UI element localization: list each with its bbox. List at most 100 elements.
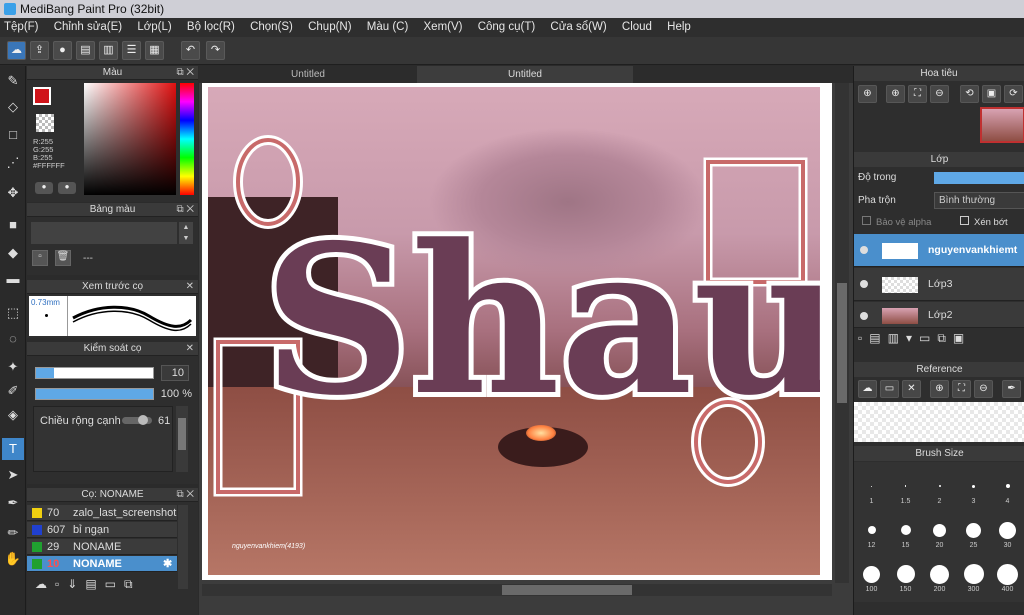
duplicate-layer-icon[interactable]: ⧉ [937, 331, 953, 345]
open-reference-icon[interactable]: ▭ [880, 380, 899, 398]
palette-scroll[interactable]: ▲ ▼ [179, 222, 193, 244]
magic-wand-tool-icon[interactable]: ✦ [2, 356, 24, 378]
reference-fit-icon[interactable]: ⛶ [952, 380, 971, 398]
grid-icon[interactable]: ▦ [145, 41, 164, 60]
document-icon[interactable]: ▥ [99, 41, 118, 60]
new-layer-icon[interactable]: ▫ [858, 331, 869, 345]
pen-tool-icon[interactable]: ✏ [2, 522, 24, 544]
zoom-in-icon[interactable]: ⊕ [858, 85, 877, 103]
layer-opacity-slider[interactable] [934, 172, 1024, 184]
brush-size-option[interactable]: 30 [991, 510, 1024, 550]
select-pen-tool-icon[interactable]: ✐ [2, 380, 24, 402]
cloud-icon[interactable]: ☁ [7, 41, 26, 60]
brush-size-option[interactable]: 12 [855, 510, 888, 550]
brush-size-option[interactable]: 1.5 [889, 466, 922, 506]
brush-control-scrollbar[interactable] [176, 406, 188, 472]
menu-help[interactable]: Help [667, 21, 691, 33]
undo-icon[interactable]: ↶ [181, 41, 200, 60]
saturation-value-picker[interactable] [84, 83, 176, 195]
list-item[interactable]: 29 NONAME [27, 539, 177, 555]
tab-untitled-2[interactable]: Untitled [417, 66, 633, 83]
brush-size-option[interactable]: 400 [991, 554, 1024, 594]
menu-file[interactable]: Tệp(F) [4, 21, 39, 33]
color-wheel-icon[interactable]: ● [35, 182, 53, 194]
vertical-scrollbar[interactable] [835, 83, 849, 583]
eyedropper-tool-icon[interactable]: ✒ [2, 492, 24, 514]
menu-color[interactable]: Màu (C) [367, 21, 409, 33]
brush-settings-icon[interactable]: ▤ [85, 577, 104, 591]
blend-mode-select[interactable]: Bình thường [934, 192, 1024, 209]
brush-size-option[interactable]: 2 [923, 466, 956, 506]
fit-icon[interactable]: ⛶ [908, 85, 927, 103]
share-icon[interactable]: ⇪ [30, 41, 49, 60]
fill-rect-tool-icon[interactable]: ■ [2, 214, 24, 236]
delete-palette-icon[interactable]: 🗑 [55, 250, 71, 266]
menu-window[interactable]: Cửa sổ(W) [550, 21, 606, 33]
comment-icon[interactable]: ▤ [76, 41, 95, 60]
cloud-brush-icon[interactable]: ☁ [35, 577, 55, 591]
operation-tool-icon[interactable]: ➤ [2, 464, 24, 486]
edge-width-slider[interactable] [122, 415, 152, 425]
eyedropper-icon[interactable]: ● [58, 182, 76, 194]
list-item[interactable]: 70 zalo_last_screenshot [27, 505, 177, 521]
rectangle-tool-icon[interactable]: □ [2, 124, 24, 146]
transparent-color-swatch[interactable] [36, 114, 54, 132]
move-tool-icon[interactable]: ✥ [2, 182, 24, 204]
gradient-tool-icon[interactable]: ▬ [2, 268, 24, 290]
brush-size-option[interactable]: 200 [923, 554, 956, 594]
bucket-tool-icon[interactable]: ◆ [2, 242, 24, 264]
menu-edit[interactable]: Chỉnh sửa(E) [54, 21, 122, 33]
menu-filter[interactable]: Bộ lọc(R) [187, 21, 235, 33]
brush-size-value[interactable]: 10 [161, 365, 189, 381]
panel-menu-icon[interactable]: ⧉ ✕ [176, 66, 194, 80]
copy-brush-icon[interactable]: ⧉ [124, 577, 141, 591]
select-eraser-tool-icon[interactable]: ◈ [2, 404, 24, 426]
import-brush-icon[interactable]: ⇓ [67, 577, 85, 591]
menu-cloud[interactable]: Cloud [622, 21, 652, 33]
folder-icon[interactable]: ▭ [105, 577, 124, 591]
gear-icon[interactable]: ✱ [163, 557, 172, 570]
text-tool-icon[interactable]: T [2, 438, 24, 460]
add-brush-icon[interactable]: ▫ [55, 577, 67, 591]
menu-snap[interactable]: Chụp(N) [308, 21, 351, 33]
clipping-checkbox[interactable] [960, 216, 969, 225]
brush-size-option[interactable]: 15 [889, 510, 922, 550]
dot-tool-icon[interactable]: ⋰ [2, 152, 24, 174]
lasso-tool-icon[interactable]: ◌ [2, 328, 24, 350]
list-item[interactable]: 607 bỉ ngạn [27, 522, 177, 538]
tab-untitled-1[interactable]: Untitled [199, 66, 417, 83]
list-icon[interactable]: ☰ [122, 41, 141, 60]
new-palette-icon[interactable]: ▫ [32, 250, 48, 266]
brush-tool-icon[interactable]: ✎ [2, 70, 24, 92]
menu-tools[interactable]: Công cụ(T) [478, 21, 536, 33]
brush-size-option[interactable]: 300 [957, 554, 990, 594]
merge-layer-icon[interactable]: ▣ [953, 331, 971, 345]
protect-alpha-checkbox[interactable] [862, 216, 871, 225]
menu-layer[interactable]: Lớp(L) [137, 21, 171, 33]
reference-zoom-out-icon[interactable]: ⊖ [974, 380, 993, 398]
layer-folder-icon[interactable]: ▭ [919, 331, 937, 345]
eye-icon[interactable] [860, 312, 868, 320]
reference-zoom-in-icon[interactable]: ⊕ [930, 380, 949, 398]
panel-menu-icon[interactable]: ⧉ ✕ [176, 203, 194, 217]
hue-slider[interactable] [180, 83, 194, 195]
close-icon[interactable]: ✕ [186, 280, 194, 294]
zoom-in-alt-icon[interactable]: ⊕ [886, 85, 905, 103]
menu-view[interactable]: Xem(V) [424, 21, 463, 33]
layer-row[interactable]: Lớp2 [854, 302, 1024, 328]
eraser-tool-icon[interactable]: ◇ [2, 96, 24, 118]
brush-size-option[interactable]: 100 [855, 554, 888, 594]
close-icon[interactable]: ✕ [186, 342, 194, 356]
eye-icon[interactable] [860, 246, 868, 254]
canvas-page[interactable]: Shaul nguyenvankhiem(4193) [202, 83, 832, 580]
brush-size-option[interactable]: 25 [957, 510, 990, 550]
brush-size-option[interactable]: 1 [855, 466, 888, 506]
brush-size-option[interactable]: 20 [923, 510, 956, 550]
rotate-icon[interactable]: ⟲ [960, 85, 979, 103]
horizontal-scrollbar[interactable] [202, 584, 832, 596]
cloud-reference-icon[interactable]: ☁ [858, 380, 877, 398]
zoom-out-icon[interactable]: ⊖ [930, 85, 949, 103]
reset-icon[interactable]: ⟳ [1004, 85, 1023, 103]
menu-select[interactable]: Chọn(S) [250, 21, 293, 33]
navigator-thumbnail[interactable] [980, 107, 1024, 143]
